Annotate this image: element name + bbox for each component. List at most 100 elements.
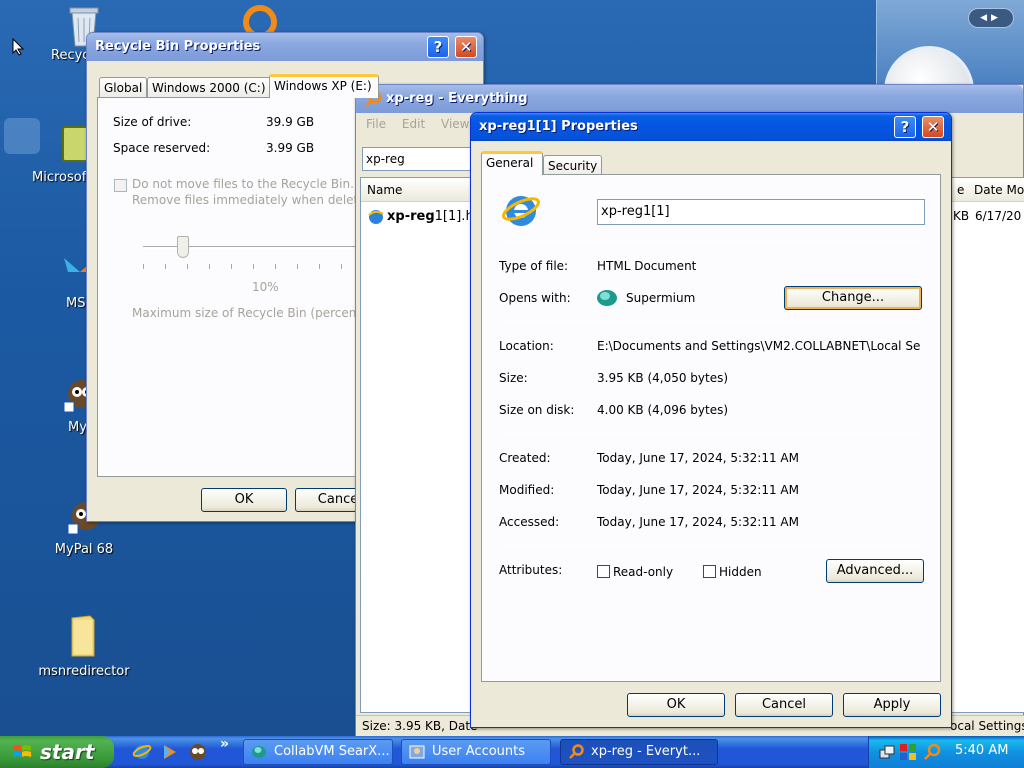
folder-icon xyxy=(64,612,104,660)
created-label: Created: xyxy=(499,451,551,465)
opens-with-label: Opens with: xyxy=(499,291,571,305)
help-button[interactable]: ? xyxy=(427,36,449,58)
recycle-size-slider-thumb[interactable] xyxy=(177,236,189,258)
max-size-label: Maximum size of Recycle Bin (percent of xyxy=(132,306,377,320)
modified-value: Today, June 17, 2024, 5:32:11 AM xyxy=(597,483,799,497)
slider-tick xyxy=(187,264,188,269)
slider-tick xyxy=(253,264,254,269)
slider-tick xyxy=(319,264,320,269)
slider-tick xyxy=(341,264,342,269)
row-file-name: xp-reg1[1].h xyxy=(387,209,474,224)
created-value: Today, June 17, 2024, 5:32:11 AM xyxy=(597,451,799,465)
ok-button[interactable]: OK xyxy=(201,488,287,512)
quick-launch: » xyxy=(124,736,240,764)
desktop-icon-label: msnredirector xyxy=(38,664,130,679)
window-title: xp-reg1[1] Properties xyxy=(479,119,638,134)
network-icon[interactable] xyxy=(879,744,895,760)
window-titlebar[interactable]: xp-reg - Everything xyxy=(356,85,1023,113)
taskbar: start » CollabVM SearX... User Accounts … xyxy=(0,736,1024,768)
everything-tray-icon[interactable] xyxy=(923,743,941,761)
location-value: E:\Documents and Settings\VM2.COLLABNET\… xyxy=(597,339,921,353)
tab-security[interactable]: Security xyxy=(543,155,603,176)
everything-search-input[interactable]: xp-reg xyxy=(362,147,472,171)
remove-immediately-label: Remove files immediately when deleted xyxy=(132,193,374,207)
menu-file[interactable]: File xyxy=(366,117,386,131)
tray-clock[interactable]: 5:40 AM xyxy=(955,743,1008,758)
modified-label: Modified: xyxy=(499,483,555,497)
taskbar-button-label: xp-reg - Everyt... xyxy=(591,744,701,759)
tab-global[interactable]: Global xyxy=(99,77,148,98)
start-button[interactable]: start xyxy=(0,736,114,768)
quick-launch-more-icon[interactable]: » xyxy=(220,736,229,752)
slider-ticks xyxy=(143,264,364,270)
separator xyxy=(498,433,922,434)
tab-windows-xp[interactable]: Windows XP (E:) xyxy=(269,74,379,98)
ok-button[interactable]: OK xyxy=(627,693,725,717)
mouse-cursor-icon xyxy=(12,38,25,56)
separator xyxy=(498,321,922,322)
close-button[interactable]: ✕ xyxy=(455,36,477,58)
media-player-icon[interactable] xyxy=(160,742,180,762)
change-button[interactable]: Change... xyxy=(784,286,922,310)
read-only-checkbox[interactable] xyxy=(597,565,610,578)
everything-search-icon xyxy=(569,744,584,759)
cancel-button[interactable]: Cancel xyxy=(735,693,833,717)
help-button[interactable]: ? xyxy=(894,116,916,138)
taskbar-button-everything[interactable]: xp-reg - Everyt... xyxy=(560,739,718,765)
accessed-label: Accessed: xyxy=(499,515,560,529)
type-of-file-label: Type of file: xyxy=(499,259,569,273)
read-only-label: Read-only xyxy=(613,565,674,579)
hidden-checkbox[interactable] xyxy=(703,565,716,578)
general-tab-panel: xp-reg1[1] Type of file: HTML Document O… xyxy=(481,174,941,682)
taskbar-button-label: User Accounts xyxy=(432,744,526,759)
window-titlebar[interactable]: xp-reg1[1] Properties ? ✕ xyxy=(471,113,951,141)
type-of-file-value: HTML Document xyxy=(597,259,697,273)
slider-tick xyxy=(143,264,144,269)
column-header-size[interactable]: e xyxy=(957,183,964,197)
tab-windows-2000[interactable]: Windows 2000 (C:) xyxy=(147,77,271,98)
ie-quick-launch-icon[interactable] xyxy=(132,742,152,762)
opens-with-value: Supermium xyxy=(626,291,696,305)
space-reserved-value: 3.99 GB xyxy=(266,141,315,155)
windows-flag-icon xyxy=(13,745,31,757)
window-titlebar[interactable]: Recycle Bin Properties ? ✕ xyxy=(87,33,483,61)
apply-button[interactable]: Apply xyxy=(843,693,941,717)
separator xyxy=(498,545,922,546)
security-center-icon[interactable] xyxy=(899,743,917,761)
tab-general[interactable]: General xyxy=(481,151,543,175)
slider-tick xyxy=(231,264,232,269)
accessed-value: Today, June 17, 2024, 5:32:11 AM xyxy=(597,515,799,529)
row-name-match: xp-reg xyxy=(387,209,435,224)
column-header-date-modified[interactable]: Date Mod xyxy=(974,183,1024,197)
ie-html-file-icon xyxy=(502,196,540,226)
recycle-size-slider-track xyxy=(143,246,363,249)
menu-edit[interactable]: Edit xyxy=(402,117,425,131)
size-of-drive-value: 39.9 GB xyxy=(266,115,315,129)
slider-tick xyxy=(275,264,276,269)
everything-menubar: File Edit View xyxy=(356,113,476,135)
advanced-button[interactable]: Advanced... xyxy=(826,559,924,583)
start-label: start xyxy=(40,740,95,764)
attributes-label: Attributes: xyxy=(499,563,563,577)
window-title: xp-reg - Everything xyxy=(386,91,528,106)
separator xyxy=(498,241,922,242)
gadget-nav-arrows-icon[interactable]: ◀▶ xyxy=(968,8,1014,28)
ie-file-icon xyxy=(368,210,384,224)
window-title: Recycle Bin Properties xyxy=(95,39,261,54)
column-header-name[interactable]: Name xyxy=(367,183,402,197)
slider-tick xyxy=(209,264,210,269)
user-accounts-icon xyxy=(409,745,425,759)
hidden-label: Hidden xyxy=(719,565,762,579)
close-button[interactable]: ✕ xyxy=(922,116,944,138)
menu-view[interactable]: View xyxy=(441,117,469,131)
taskbar-button-user-accounts[interactable]: User Accounts xyxy=(401,739,551,765)
taskbar-button-collabvm-searx[interactable]: CollabVM SearX... xyxy=(243,739,393,765)
slider-value-label: 10% xyxy=(252,280,279,294)
do-not-move-checkbox[interactable] xyxy=(114,179,127,192)
row-date-modified: 6/17/20 xyxy=(975,209,1022,223)
location-label: Location: xyxy=(499,339,554,353)
desktop-icon-msnredirector[interactable]: msnredirector xyxy=(36,612,132,679)
do-not-move-label: Do not move files to the Recycle Bin. xyxy=(132,177,354,191)
mypal-quick-launch-icon[interactable] xyxy=(188,742,208,762)
filename-input[interactable]: xp-reg1[1] xyxy=(597,199,925,225)
